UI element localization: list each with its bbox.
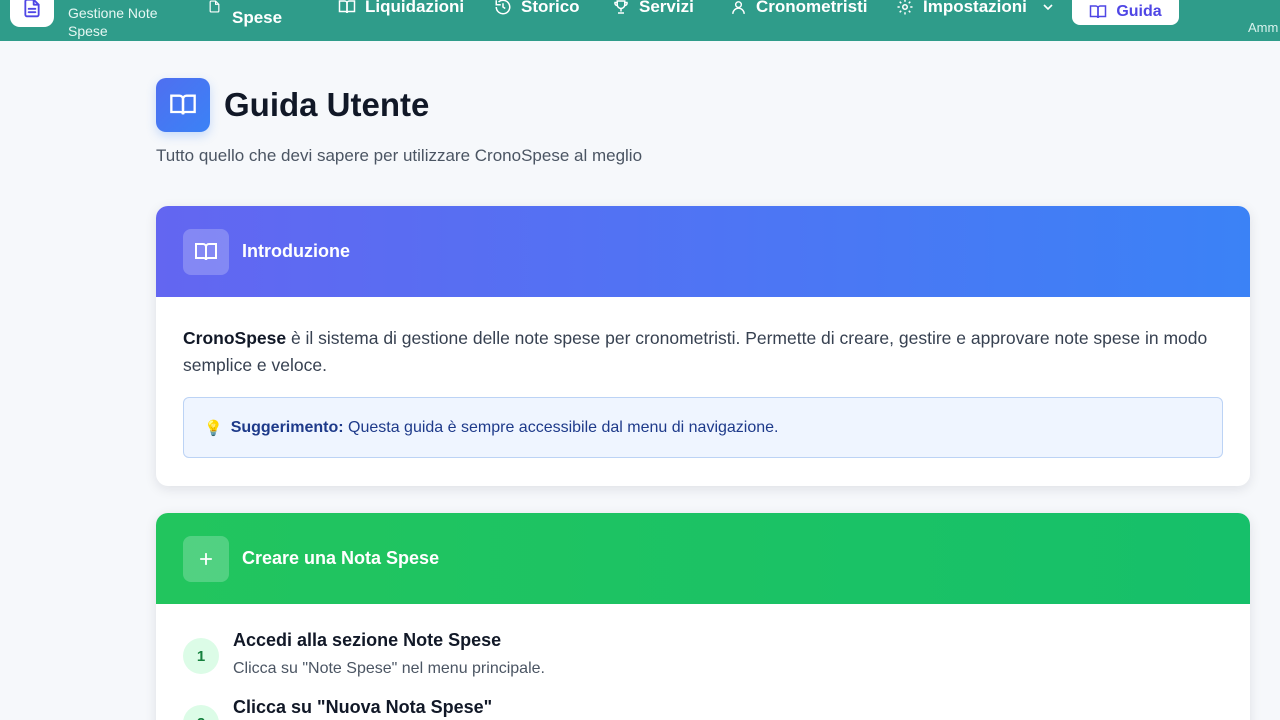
trophy-icon <box>614 0 628 14</box>
book-open-icon <box>170 94 196 115</box>
history-icon <box>495 0 511 15</box>
nav-item-guida[interactable]: Guida <box>1072 0 1179 25</box>
step-description: Clicca su "Note Spese" nel menu principa… <box>233 660 545 677</box>
create-title: Creare una Nota Spese <box>242 548 440 568</box>
tip-text: Suggerimento: Questa guida è sempre acce… <box>231 419 779 437</box>
gear-icon <box>897 0 913 15</box>
chevron-down-icon <box>1043 4 1053 11</box>
intro-text: CronoSpese è il sistema di gestione dell… <box>183 325 1223 379</box>
book-open-icon <box>195 242 217 260</box>
tip-body: Questa guida è sempre accessibile dal me… <box>343 418 779 436</box>
nav-item-label: Liquidazioni <box>365 0 465 16</box>
create-note-card: Creare una Nota Spese 1 Accedi alla sezi… <box>156 513 1250 720</box>
nav-item-label: Impostazioni <box>923 0 1027 16</box>
user-menu[interactable]: Amm <box>1248 20 1278 35</box>
top-navigation: Gestione Note Spese Spese Liquidazioni S… <box>0 0 1280 41</box>
step-number: 2 <box>183 705 219 720</box>
step-title: Clicca su "Nuova Nota Spese" <box>233 697 493 717</box>
step-number: 1 <box>183 638 219 674</box>
tip-label: Suggerimento: <box>230 418 344 436</box>
nav-item-label: Cronometristi <box>756 0 868 16</box>
nav-item-label: Storico <box>521 0 580 16</box>
app-logo[interactable] <box>10 0 54 27</box>
intro-brand: CronoSpese <box>183 328 287 348</box>
book-icon <box>1090 4 1107 18</box>
nav-item-cronometristi[interactable]: Cronometristi <box>730 0 867 20</box>
intro-card: Introduzione CronoSpese è il sistema di … <box>156 206 1250 486</box>
create-card-header: Creare una Nota Spese <box>156 513 1250 604</box>
tip-box: 💡 Suggerimento: Questa guida è sempre ac… <box>183 397 1223 458</box>
intro-card-header: Introduzione <box>156 206 1250 297</box>
brand-subtitle: Gestione Note Spese <box>68 5 158 39</box>
nav-item-storico[interactable]: Storico <box>494 0 580 20</box>
receipt-icon <box>208 0 221 18</box>
step-title: Accedi alla sezione Note Spese <box>233 630 502 650</box>
create-header-icon <box>183 535 229 582</box>
nav-item-label: Guida <box>1116 2 1162 20</box>
nav-item-label: Spese <box>232 8 283 27</box>
plus-icon <box>200 552 212 565</box>
document-icon <box>24 0 40 18</box>
intro-header-icon <box>183 228 229 275</box>
user-icon <box>732 0 745 14</box>
nav-item-label: Servizi <box>639 0 694 16</box>
nav-item-servizi[interactable]: Servizi <box>612 0 694 20</box>
page-subtitle: Tutto quello che devi sapere per utilizz… <box>156 146 643 165</box>
page-title: Guida Utente <box>224 86 430 123</box>
intro-title: Introduzione <box>242 241 350 261</box>
nav-item-impostazioni[interactable]: Impostazioni <box>896 0 1056 20</box>
book-icon <box>338 0 356 14</box>
page-icon <box>156 78 210 132</box>
nav-item-liquidazioni[interactable]: Liquidazioni <box>338 0 464 20</box>
lightbulb-icon: 💡 <box>204 419 223 437</box>
intro-body: è il sistema di gestione delle note spes… <box>183 328 1208 375</box>
